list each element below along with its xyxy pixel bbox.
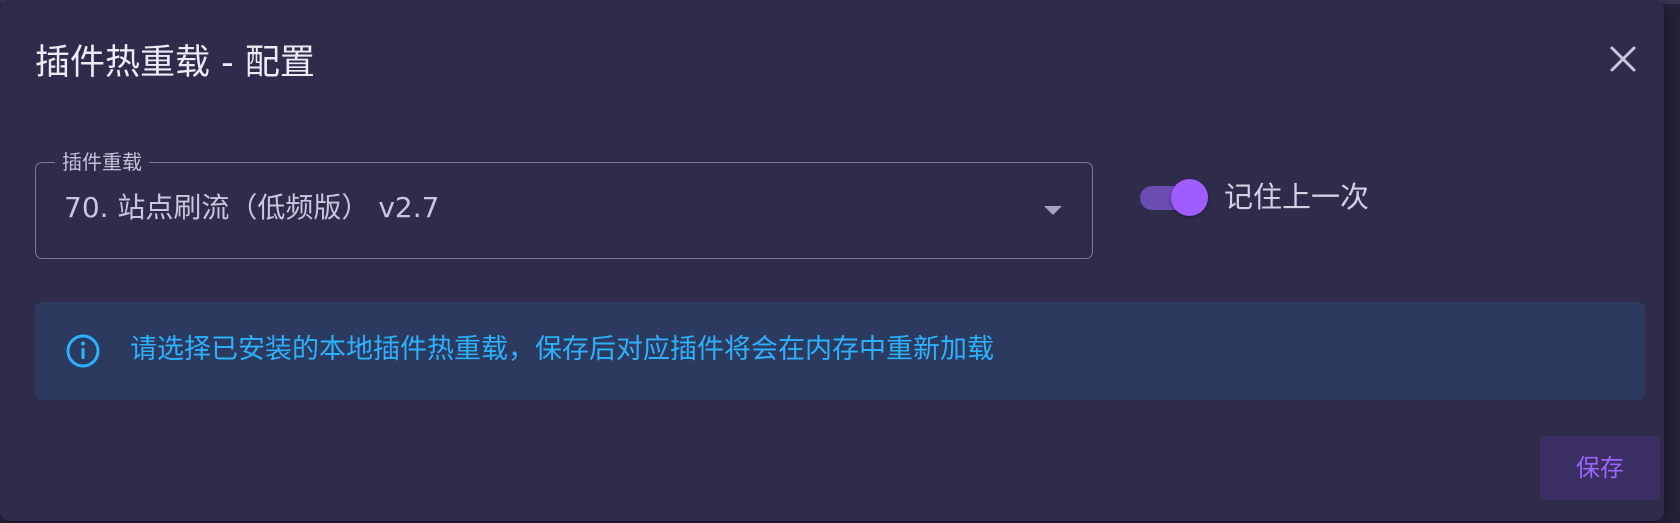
info-alert-text: 请选择已安装的本地插件热重载，保存后对应插件将会在内存中重新加载: [130, 334, 994, 365]
dialog-title: 插件热重载 - 配置: [35, 43, 315, 83]
remember-last-label: 记住上一次: [1224, 180, 1370, 214]
plugin-select-value: 70. 站点刷流（低频版） v2.7: [64, 191, 440, 224]
toggle-thumb: [1171, 179, 1208, 216]
info-alert: 请选择已安装的本地插件热重载，保存后对应插件将会在内存中重新加载: [35, 302, 1645, 400]
plugin-select[interactable]: 插件重载 70. 站点刷流（低频版） v2.7: [35, 149, 1093, 259]
caret-down-icon: [1044, 206, 1062, 215]
close-button[interactable]: [1600, 36, 1646, 82]
plugin-reload-dialog: 插件热重载 - 配置 插件重载 70. 站点刷流（低频版） v2.7 记住上一次…: [0, 0, 1664, 521]
close-icon: [1610, 46, 1636, 72]
remember-last-toggle[interactable]: [1140, 179, 1208, 216]
info-icon: [66, 334, 100, 368]
save-button[interactable]: 保存: [1540, 436, 1660, 500]
plugin-select-label: 插件重载: [55, 149, 149, 175]
